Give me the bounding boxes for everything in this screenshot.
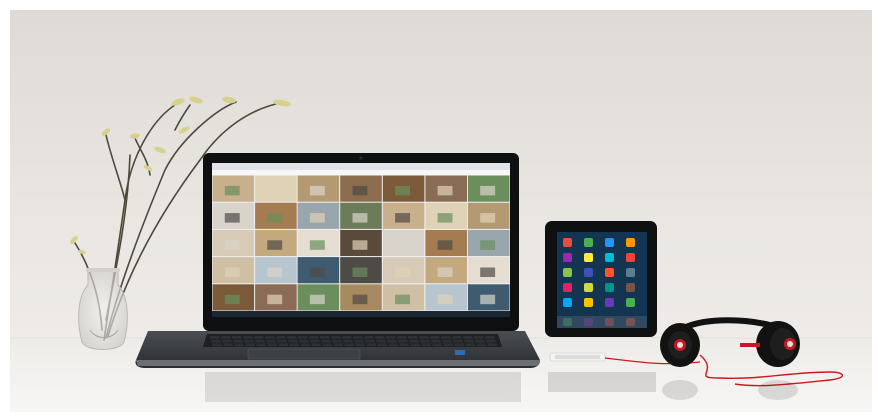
photo-frame <box>0 0 878 416</box>
app-icon <box>563 283 572 292</box>
app-icon <box>605 238 614 247</box>
app-icon <box>626 253 635 262</box>
app-icon <box>584 268 593 277</box>
laptop-screen <box>212 163 510 317</box>
app-icon <box>605 268 614 277</box>
touchpad <box>247 348 361 360</box>
tablet <box>545 221 657 337</box>
app-icon <box>563 268 572 277</box>
app-icon <box>626 283 635 292</box>
app-icon <box>563 298 572 307</box>
app-icon <box>584 298 593 307</box>
app-icon <box>563 238 572 247</box>
app-icon <box>605 253 614 262</box>
app-icon <box>584 238 593 247</box>
desk-scene-photo <box>0 0 878 416</box>
app-icon <box>626 268 635 277</box>
app-icon <box>584 283 593 292</box>
app-icon <box>605 283 614 292</box>
app-icon <box>584 253 593 262</box>
usb-dongle <box>549 352 606 362</box>
app-icon <box>626 238 635 247</box>
app-icon <box>605 298 614 307</box>
app-icon <box>626 298 635 307</box>
app-icon <box>563 253 572 262</box>
